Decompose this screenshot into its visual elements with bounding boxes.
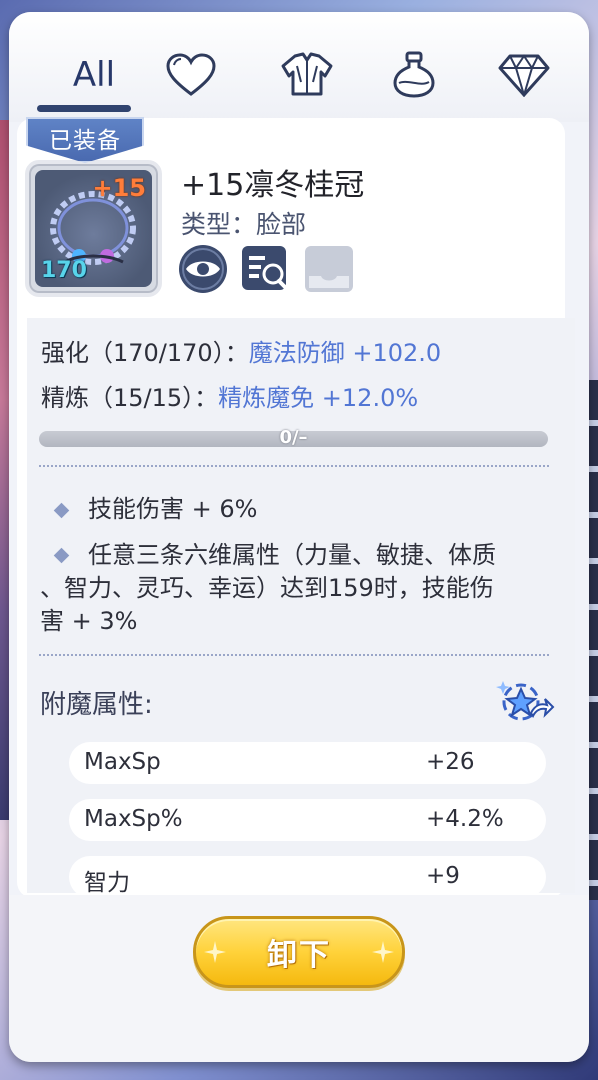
refine-progress-bar: 0/– [39, 427, 548, 448]
equipped-badge-label: 已装备 [49, 128, 121, 154]
refine-label: 强化（170/170）： [41, 339, 249, 367]
potion-icon [393, 51, 435, 98]
smelt-value: 精炼魔免 +12.0% [218, 384, 419, 412]
inspect-icon [242, 246, 290, 292]
item-plus-level: +15 [92, 174, 146, 202]
unequip-label: 卸下 [267, 938, 331, 973]
enchant-value: +26 [426, 749, 475, 775]
skill-line-3: 、智力、灵巧、幸运）达到159时，技能伤 [40, 574, 494, 602]
divider [39, 465, 549, 467]
divider [39, 654, 549, 656]
tray-button[interactable] [303, 244, 353, 294]
item-name: +15凛冬桂冠 [181, 168, 365, 203]
category-tabs: All [9, 12, 589, 122]
eye-icon [179, 245, 227, 293]
tray-icon [305, 246, 353, 292]
progress-label: 0/– [279, 427, 308, 448]
enchant-title: 附魔属性: [40, 690, 153, 720]
skill-line-1: 技能伤害 + 6% [88, 495, 258, 523]
refine-value: 魔法防御 +102.0 [248, 339, 442, 367]
enchant-button[interactable] [495, 675, 555, 725]
heart-icon [166, 53, 216, 96]
tab-all[interactable]: All [59, 50, 129, 100]
skill-line-2: 任意三条六维属性（力量、敏捷、体质 [88, 541, 496, 569]
tab-armor[interactable] [272, 50, 342, 100]
enchant-name: MaxSp [84, 749, 161, 775]
refine-stat: 强化（170/170）：魔法防御 +102.0 [41, 333, 441, 368]
tab-diamond[interactable] [489, 50, 559, 100]
sparkle-icon [204, 941, 226, 963]
enchant-magic-icon [496, 681, 555, 721]
tab-active-underline [37, 105, 131, 112]
tab-all-label: All [72, 55, 116, 95]
tab-potion[interactable] [379, 50, 449, 100]
tab-heart[interactable] [156, 50, 226, 100]
skill-line-4: 害 + 3% [40, 607, 138, 635]
item-thumbnail[interactable]: +15 170 [25, 160, 162, 297]
unequip-button[interactable]: 卸下 [193, 916, 405, 988]
armor-icon [281, 52, 333, 96]
enchant-name: MaxSp% [84, 806, 183, 832]
enchant-row: MaxSp% +4.2% [69, 799, 546, 841]
diamond-icon [498, 54, 550, 97]
enchant-value: +4.2% [426, 806, 504, 832]
enchant-value: +9 [426, 863, 460, 889]
inspect-button[interactable] [240, 244, 290, 294]
smelt-stat: 精炼（15/15）：精炼魔免 +12.0% [41, 378, 418, 413]
item-level: 170 [41, 258, 87, 283]
enchant-row: MaxSp +26 [69, 742, 546, 784]
enchant-list[interactable]: MaxSp +26 MaxSp% +4.2% 智力 +9 [27, 740, 575, 893]
enchant-row: 智力 +9 [69, 856, 546, 893]
item-type: 类型：脸部 [181, 210, 307, 239]
preview-button[interactable] [178, 244, 228, 294]
sparkle-icon [372, 941, 394, 963]
smelt-label: 精炼（15/15）： [41, 384, 219, 412]
enchant-name: 智力 [84, 870, 130, 893]
item-image: +15 170 [35, 170, 152, 287]
